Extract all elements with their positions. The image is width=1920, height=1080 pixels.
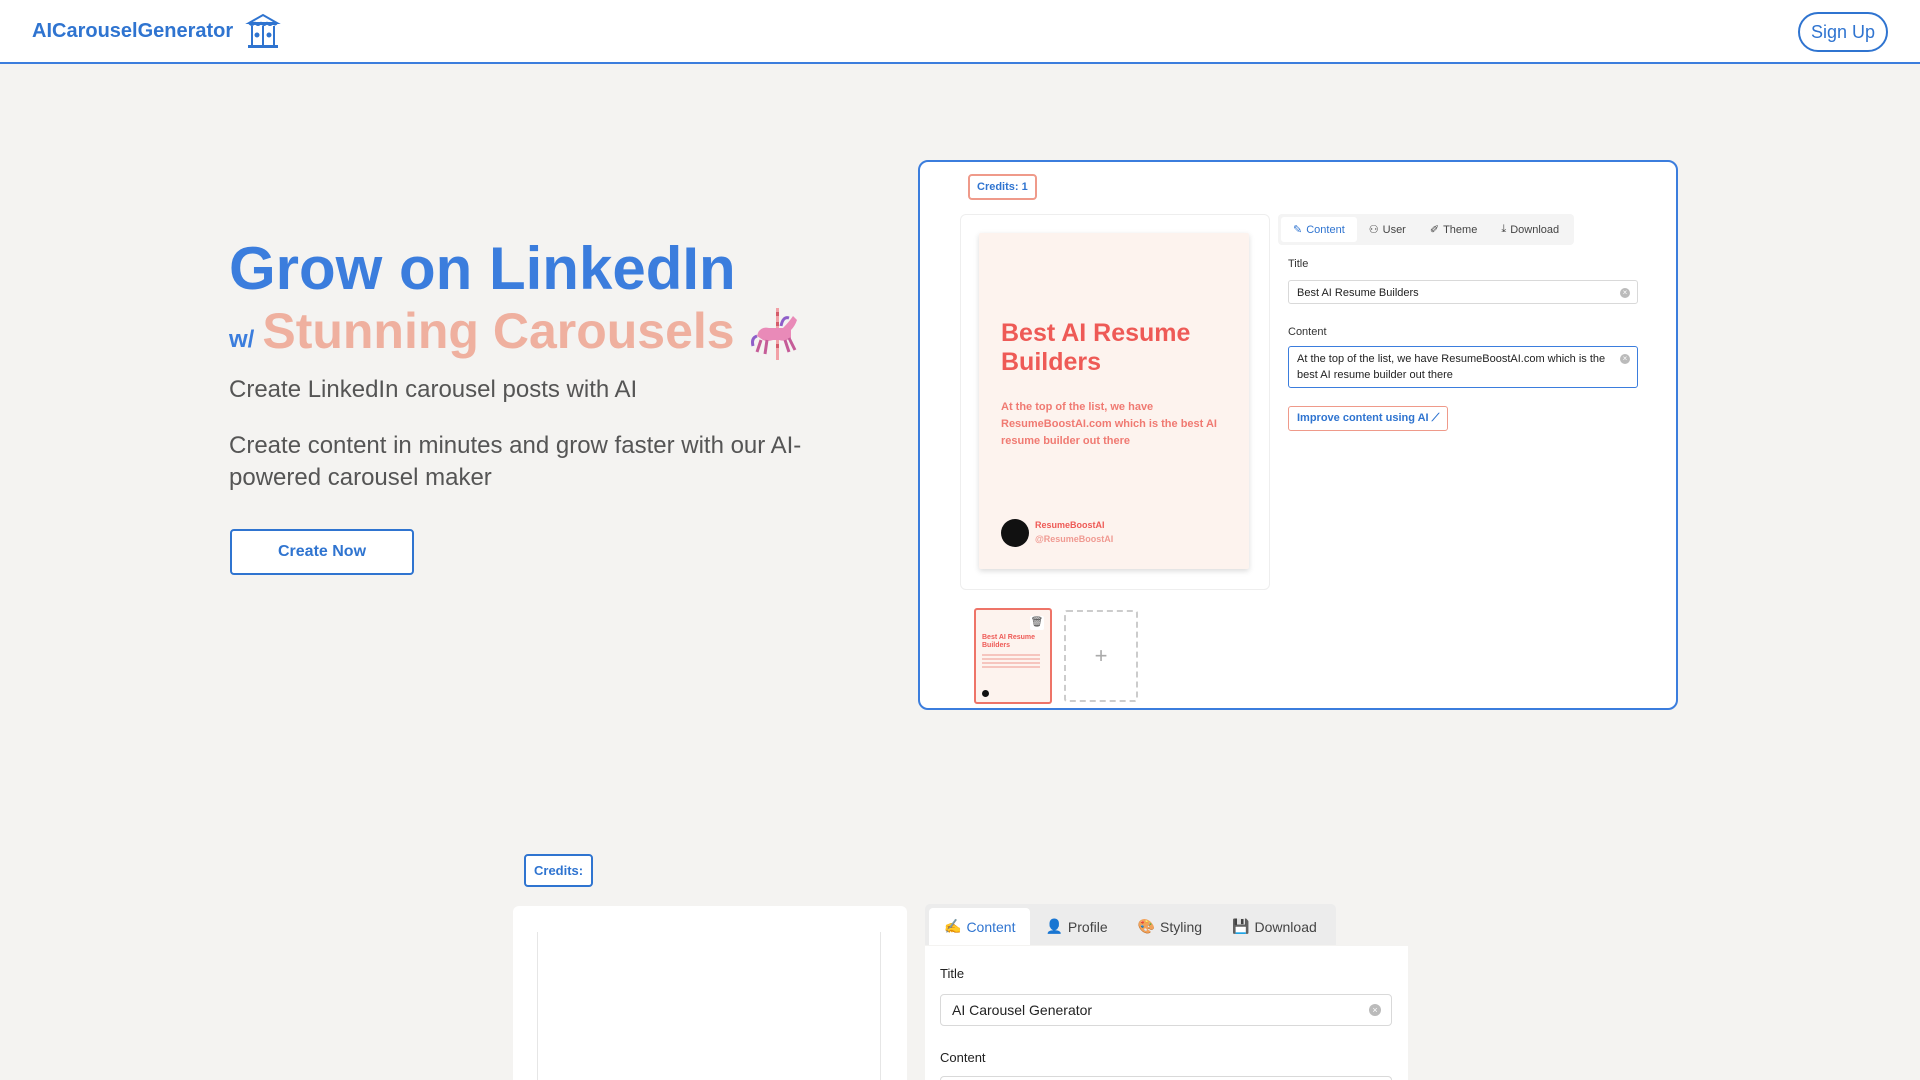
- tab-content[interactable]: ✍ Content: [929, 908, 1031, 945]
- tab-label: Content: [966, 918, 1016, 935]
- tab-styling[interactable]: 🎨 Styling: [1123, 908, 1217, 945]
- person-icon: 👤: [1045, 918, 1063, 934]
- improve-label: Improve content using AI: [1297, 412, 1429, 424]
- wand-icon: ⟋: [1431, 412, 1440, 424]
- content-textarea[interactable]: At the top of the list, we have ResumeBo…: [1288, 346, 1638, 388]
- pencil-icon: ✎: [1293, 224, 1303, 236]
- slide-author-name: ResumeBoostAI: [1035, 520, 1105, 530]
- tab-theme[interactable]: ✐ Theme: [1418, 217, 1489, 242]
- content-textarea[interactable]: [940, 1076, 1392, 1080]
- logo-link[interactable]: AICarouselGenerator: [32, 8, 283, 54]
- add-slide-button[interactable]: +: [1064, 610, 1138, 702]
- slide-preview-container: Best AI Resume Builders At the top of th…: [960, 214, 1270, 590]
- demo-preview-frame: Credits: 1 Best AI Resume Builders At th…: [918, 160, 1678, 710]
- floppy-icon: 💾: [1232, 918, 1250, 934]
- slide-thumbnail[interactable]: Best AI Resume Builders 🗑: [974, 608, 1052, 704]
- hero-subtitle: w/ Stunning Carousels: [229, 300, 805, 362]
- content-textarea-value: At the top of the list, we have ResumeBo…: [1297, 353, 1606, 381]
- title-input-value: Best AI Resume Builders: [1297, 287, 1419, 299]
- logo-text: AICarouselGenerator: [32, 19, 234, 42]
- title-input[interactable]: AI Carousel Generator ×: [940, 994, 1392, 1026]
- credits-badge: Credits: 1: [968, 174, 1037, 200]
- clear-icon[interactable]: ×: [1620, 354, 1630, 364]
- hero-title: Grow on LinkedIn: [229, 235, 736, 302]
- avatar: [1001, 519, 1029, 547]
- tab-label: Theme: [1443, 223, 1478, 236]
- demo-tabs: ✎ Content ⚇ User ✐ Theme ⤓ Download: [1278, 214, 1575, 245]
- slide-preview: Best AI Resume Builders At the top of th…: [979, 233, 1249, 569]
- trash-icon[interactable]: 🗑: [1030, 616, 1044, 630]
- title-input-value: AI Carousel Generator: [952, 1002, 1093, 1018]
- download-icon: ⤓: [1501, 223, 1507, 235]
- user-icon: ⚇: [1368, 224, 1379, 236]
- title-input[interactable]: Best AI Resume Builders ×: [1288, 280, 1638, 304]
- create-now-button[interactable]: Create Now: [230, 529, 414, 575]
- tab-label: User: [1382, 223, 1406, 236]
- slide-body: At the top of the list, we have ResumeBo…: [1001, 401, 1217, 447]
- tab-label: Download: [1510, 223, 1560, 236]
- app-slide-preview: [513, 906, 907, 1080]
- slide-title: Best AI Resume Builders: [1001, 319, 1191, 376]
- app-editor-body: Title AI Carousel Generator × Content: [925, 946, 1408, 1080]
- carousel-icon: [245, 13, 281, 48]
- tab-label: Download: [1254, 918, 1317, 935]
- hero-description: Create content in minutes and grow faste…: [229, 432, 802, 491]
- site-header: AICarouselGenerator Sign Up: [0, 0, 1920, 64]
- tab-user[interactable]: ⚇ User: [1357, 217, 1418, 242]
- hero-w-prefix: w/: [229, 326, 255, 353]
- tab-label: Content: [1306, 223, 1345, 236]
- tab-label: Profile: [1067, 918, 1108, 935]
- slide-author-handle: @ResumeBoostAI: [1035, 534, 1114, 544]
- tab-label: Styling: [1160, 918, 1203, 935]
- app-tabs: ✍ Content 👤 Profile 🎨 Styling 💾 Download: [925, 904, 1336, 945]
- content-label: Content: [1288, 326, 1327, 338]
- improve-content-button[interactable]: Improve content using AI ⟋: [1288, 406, 1449, 431]
- palette-icon: 🎨: [1137, 918, 1156, 934]
- title-label: Title: [1288, 258, 1309, 270]
- tab-download[interactable]: 💾 Download: [1217, 908, 1332, 945]
- app-slide-canvas: [537, 932, 881, 1080]
- thumbnail-text-lines: [982, 654, 1040, 668]
- app-editor: ✍ Content 👤 Profile 🎨 Styling 💾 Download…: [925, 904, 1408, 1080]
- clear-icon[interactable]: ×: [1620, 288, 1630, 298]
- brush-icon: ✐: [1429, 224, 1440, 236]
- credits-badge-app: Credits:: [524, 854, 594, 887]
- tab-profile[interactable]: 👤 Profile: [1030, 908, 1122, 945]
- tab-content[interactable]: ✎ Content: [1281, 217, 1357, 242]
- content-label: Content: [940, 1050, 986, 1065]
- thumbnail-avatar: [982, 690, 989, 697]
- thumbnail-title: Best AI Resume Builders: [982, 634, 1036, 649]
- writing-hand-icon: ✍: [944, 918, 962, 934]
- hero-tagline: Create LinkedIn carousel posts with AI: [229, 376, 638, 403]
- hero-stunning-text: Stunning Carousels: [262, 303, 735, 359]
- title-label: Title: [940, 966, 965, 981]
- sign-up-button[interactable]: Sign Up: [1798, 12, 1888, 52]
- tab-download[interactable]: ⤓ Download: [1489, 217, 1571, 242]
- clear-icon[interactable]: ×: [1369, 1004, 1381, 1016]
- carousel-horse-icon: [750, 308, 797, 360]
